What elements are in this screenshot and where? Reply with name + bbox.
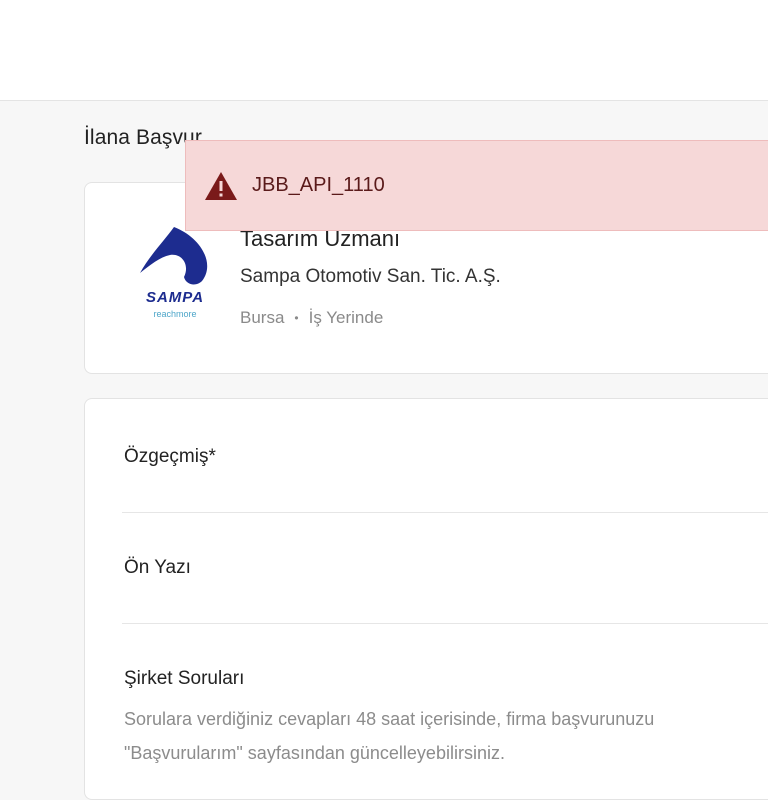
divider [122,623,768,624]
toast-message: JBB_API_1110 [252,174,385,196]
company-questions-label: Şirket Soruları [124,668,245,689]
divider [122,512,768,513]
logo-tagline: reachmore [153,309,197,319]
resume-section-label[interactable]: Özgeçmiş* [124,446,216,468]
company-logo: SAMPA reachmore [130,225,220,325]
top-header-bar [0,0,768,101]
job-location: Bursa [240,308,285,327]
logo-wordmark: SAMPA [145,289,205,306]
job-work-type: İş Yerinde [308,308,384,327]
error-toast[interactable]: JBB_API_1110 [185,140,768,231]
job-meta: Bursa • İş Yerinde [240,308,383,328]
company-questions-description-2: "Başvurularım" sayfasından güncelleyebil… [124,743,505,763]
company-name[interactable]: Sampa Otomotiv San. Tic. A.Ş. [240,266,501,288]
company-questions-description: Sorulara verdiğiniz cevapları 48 saat iç… [124,709,655,729]
sampa-logo-icon [140,227,208,285]
separator-dot: • [294,311,299,325]
warning-icon [205,171,237,200]
cover-letter-section-label[interactable]: Ön Yazı [124,557,191,579]
